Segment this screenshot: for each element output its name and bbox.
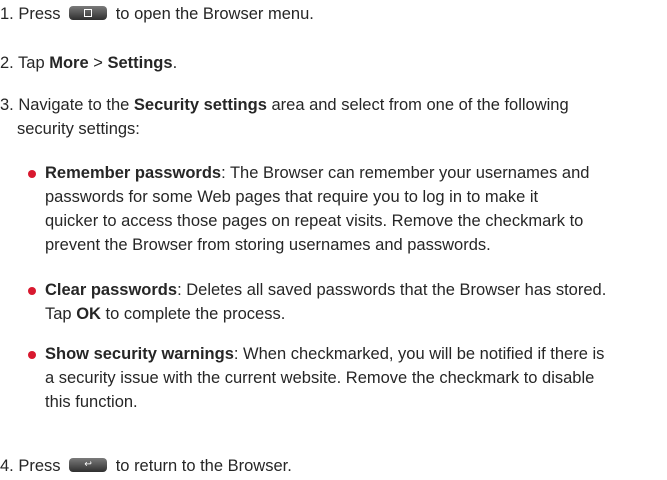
remember-line-2: passwords for some Web pages that requir… bbox=[45, 188, 539, 206]
warnings-line-1: Show security warnings: When checkmarked… bbox=[45, 342, 604, 366]
remember-line-1: Remember passwords: The Browser can reme… bbox=[45, 161, 589, 185]
remember-line-4: prevent the Browser from storing usernam… bbox=[45, 236, 491, 254]
step-2-period: . bbox=[172, 54, 178, 72]
step-1: 1. Press to open the Browser menu. bbox=[0, 2, 314, 26]
step-2: 2. Tap More > Settings. bbox=[0, 51, 177, 75]
menu-key-icon bbox=[69, 5, 108, 20]
remember-passwords-term: Remember passwords bbox=[45, 164, 222, 182]
step-3-text-c: area and select from one of the followin… bbox=[266, 96, 569, 114]
bullet-show-security-warnings: Show security warnings: When checkmarked… bbox=[45, 342, 604, 414]
bullet-clear-passwords: Clear passwords: Deletes all saved passw… bbox=[45, 278, 606, 326]
step-3-text-a: 3. Navigate to the bbox=[0, 96, 134, 114]
more-label: More bbox=[49, 54, 89, 72]
bullet-dot-clear bbox=[28, 287, 36, 295]
clear-text-2a: Tap bbox=[45, 305, 77, 323]
step-3-line-1: 3. Navigate to the Security settings are… bbox=[0, 93, 569, 117]
clear-line-2: Tap OK to complete the process. bbox=[45, 302, 606, 326]
warnings-text-1: : When checkmarked, you will be notified… bbox=[233, 345, 605, 363]
step-4: 4. Press ↩ to return to the Browser. bbox=[0, 454, 292, 478]
clear-text-1: : Deletes all saved passwords that the B… bbox=[177, 281, 607, 299]
ok-label: OK bbox=[76, 305, 101, 323]
step-2-separator: > bbox=[88, 54, 108, 72]
step-3-line-2: security settings: bbox=[17, 120, 140, 138]
step-1-text-a: 1. Press bbox=[0, 5, 61, 23]
warnings-line-3: this function. bbox=[45, 393, 138, 411]
remember-text-1: : The Browser can remember your username… bbox=[221, 164, 590, 182]
remember-line-3: quicker to access those pages on repeat … bbox=[45, 212, 584, 230]
step-4-text-b: to return to the Browser. bbox=[115, 457, 292, 475]
step-4-text-a: 4. Press bbox=[0, 457, 61, 475]
bullet-dot-remember bbox=[28, 170, 36, 178]
security-settings-label: Security settings bbox=[133, 96, 267, 114]
clear-line-1: Clear passwords: Deletes all saved passw… bbox=[45, 278, 606, 302]
step-2-text-a: 2. Tap bbox=[0, 54, 50, 72]
bullet-remember-passwords: Remember passwords: The Browser can reme… bbox=[45, 161, 589, 257]
back-key-icon: ↩ bbox=[69, 457, 108, 472]
step-3: 3. Navigate to the Security settings are… bbox=[0, 93, 569, 141]
warnings-line-2: a security issue with the current websit… bbox=[45, 369, 595, 387]
show-security-warnings-term: Show security warnings bbox=[45, 345, 234, 363]
settings-label: Settings bbox=[107, 54, 173, 72]
manual-page: 1. Press to open the Browser menu. 2. Ta… bbox=[0, 0, 667, 480]
clear-text-2c: to complete the process. bbox=[100, 305, 286, 323]
clear-passwords-term: Clear passwords bbox=[45, 281, 178, 299]
step-1-text-b: to open the Browser menu. bbox=[115, 5, 314, 23]
bullet-dot-warnings bbox=[28, 351, 36, 359]
